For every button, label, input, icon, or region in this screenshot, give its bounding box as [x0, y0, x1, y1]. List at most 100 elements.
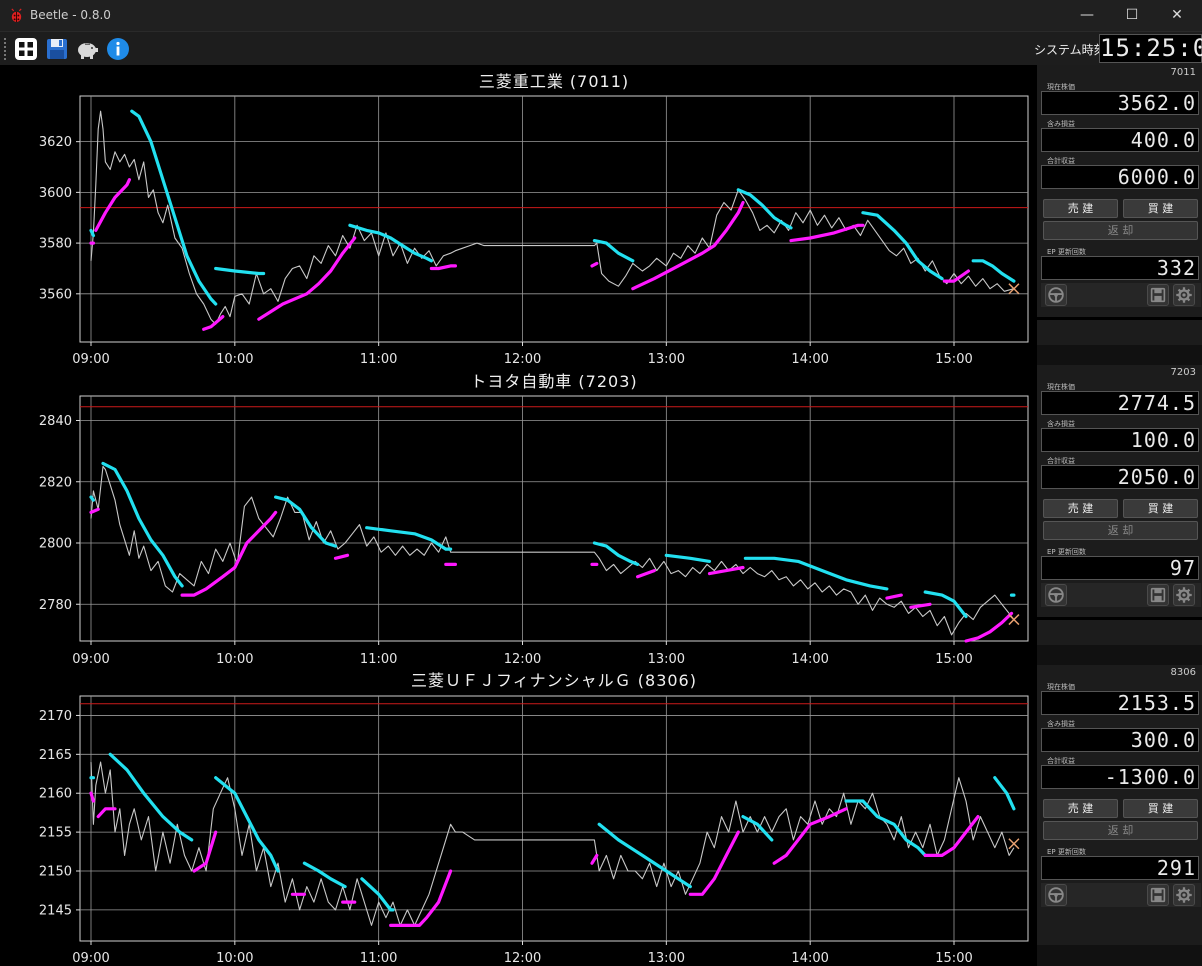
- up-trend-segment: [94, 178, 131, 232]
- x-tick-label: 09:00: [72, 951, 109, 966]
- panel-action-bar: [1041, 283, 1201, 307]
- save-settings-icon[interactable]: [1147, 584, 1169, 606]
- sell-open-button[interactable]: 売 建: [1043, 499, 1118, 518]
- down-trend-segment: [664, 553, 712, 563]
- down-trend-segment: [302, 861, 347, 889]
- total-profit-display: 6000.0: [1041, 165, 1199, 189]
- buy-open-button[interactable]: 買 建: [1123, 499, 1198, 518]
- up-trend-segment: [590, 853, 599, 865]
- x-tick-label: 12:00: [504, 951, 541, 966]
- gear-icon[interactable]: [1173, 584, 1195, 606]
- y-tick-label: 2840: [39, 414, 72, 429]
- info-icon[interactable]: [106, 37, 130, 61]
- x-tick-label: 10:00: [216, 652, 253, 667]
- buy-open-button[interactable]: 買 建: [1123, 799, 1198, 818]
- x-tick-label: 15:00: [935, 352, 972, 367]
- sell-open-button[interactable]: 売 建: [1043, 199, 1118, 218]
- x-tick-label: 09:00: [72, 352, 109, 367]
- sell-open-button[interactable]: 売 建: [1043, 799, 1118, 818]
- chart-2: 09:00 10:00 11:00 12:00 13:00 14:00 15:00 2145 2…: [39, 671, 1029, 966]
- plot-frame: [79, 95, 1029, 343]
- ep-update-count-display: 291: [1041, 856, 1199, 880]
- chart-title: 三菱重工業 (7011): [479, 72, 629, 91]
- current-price-display: 2153.5: [1041, 691, 1199, 715]
- stock-panel-7203: 7203 現在株価 2774.5 含み損益 100.0 合計収益 2050.0 …: [1037, 365, 1202, 645]
- charts-svg: 09:00 10:00 11:00 12:00 13:00 14:00 15:00 3560 3…: [39, 72, 1029, 966]
- down-trend-segment: [89, 495, 96, 502]
- current-price-display: 3562.0: [1041, 91, 1199, 115]
- x-tick-label: 11:00: [360, 352, 397, 367]
- y-tick-label: 2145: [39, 903, 72, 918]
- chart-title: トヨタ自動車 (7203): [470, 372, 637, 391]
- system-time-display: 15:25:00: [1099, 34, 1202, 63]
- side-panel: 7011 現在株価 3562.0 含み損益 400.0 合計収益 6000.0 …: [1037, 65, 1202, 966]
- down-trend-segment: [736, 188, 793, 230]
- down-trend-segment: [108, 752, 194, 842]
- toolbar: システム時刻: [0, 32, 1202, 65]
- buy-open-button[interactable]: 買 建: [1123, 199, 1198, 218]
- repay-button[interactable]: 返 却: [1043, 221, 1198, 240]
- total-profit-display: -1300.0: [1041, 765, 1199, 789]
- piggy-bank-icon[interactable]: [75, 37, 99, 61]
- save-settings-icon[interactable]: [1147, 884, 1169, 906]
- panel-separator: [1037, 317, 1202, 320]
- up-trend-segment: [590, 261, 599, 268]
- steering-wheel-icon[interactable]: [1045, 884, 1067, 906]
- repay-button[interactable]: 返 却: [1043, 821, 1198, 840]
- maximize-button[interactable]: ☐: [1109, 0, 1155, 32]
- down-trend-segment: [214, 266, 266, 276]
- x-tick-label: 15:00: [935, 951, 972, 966]
- up-trend-segment: [885, 593, 903, 600]
- steering-wheel-icon[interactable]: [1045, 284, 1067, 306]
- repay-button[interactable]: 返 却: [1043, 521, 1198, 540]
- chart-0: 09:00 10:00 11:00 12:00 13:00 14:00 15:00 3560 3…: [39, 72, 1029, 367]
- x-tick-label: 09:00: [72, 652, 109, 667]
- y-tick-label: 2150: [39, 865, 72, 880]
- panel-action-bar: [1041, 883, 1201, 907]
- minimize-button[interactable]: —: [1064, 0, 1110, 32]
- down-trend-segment: [592, 239, 635, 263]
- panel-stock-code: 7203: [1170, 367, 1196, 378]
- y-tick-label: 2820: [39, 475, 72, 490]
- stock-panel-8306: 8306 現在株価 2153.5 含み損益 300.0 合計収益 -1300.0…: [1037, 665, 1202, 945]
- title-bar: Beetle - 0.8.0 — ☐ ✕: [0, 0, 1202, 32]
- price-series-line: [90, 465, 1015, 636]
- total-profit-display: 2050.0: [1041, 465, 1199, 489]
- close-button[interactable]: ✕: [1154, 0, 1200, 32]
- unrealized-pl-display: 400.0: [1041, 128, 1199, 152]
- save-icon[interactable]: [45, 37, 69, 61]
- x-tick-label: 14:00: [791, 652, 828, 667]
- up-trend-segment: [333, 553, 350, 560]
- steering-wheel-icon[interactable]: [1045, 584, 1067, 606]
- up-trend-segment: [389, 869, 453, 928]
- save-settings-icon[interactable]: [1147, 284, 1169, 306]
- down-trend-segment: [861, 211, 944, 281]
- up-trend-segment: [688, 830, 740, 896]
- x-tick-label: 13:00: [648, 652, 685, 667]
- up-trend-segment: [429, 264, 457, 271]
- chart-title: 三菱ＵＦＪフィナンシャルＧ (8306): [411, 671, 697, 690]
- up-trend-segment: [96, 807, 117, 819]
- x-tick-label: 11:00: [360, 652, 397, 667]
- x-tick-label: 14:00: [791, 352, 828, 367]
- up-trend-segment: [202, 315, 225, 331]
- x-tick-label: 11:00: [360, 951, 397, 966]
- unrealized-pl-display: 100.0: [1041, 428, 1199, 452]
- toolbar-grip-icon[interactable]: [4, 38, 7, 60]
- down-trend-segment: [89, 228, 96, 238]
- panel-separator: [1037, 617, 1202, 620]
- chart-area: 09:00 10:00 11:00 12:00 13:00 14:00 15:00 3560 3…: [0, 65, 1037, 966]
- x-tick-label: 10:00: [216, 352, 253, 367]
- gear-icon[interactable]: [1173, 284, 1195, 306]
- gear-icon[interactable]: [1173, 884, 1195, 906]
- last-price-marker: [1008, 614, 1020, 626]
- down-trend-segment: [365, 526, 453, 551]
- beetle-app-icon: [11, 8, 22, 23]
- x-tick-label: 13:00: [648, 352, 685, 367]
- panel-stock-code: 7011: [1170, 67, 1196, 78]
- y-tick-label: 2165: [39, 748, 72, 763]
- current-price-display: 2774.5: [1041, 391, 1199, 415]
- grid-icon[interactable]: [14, 37, 38, 61]
- y-tick-label: 2170: [39, 709, 72, 724]
- x-tick-label: 13:00: [648, 951, 685, 966]
